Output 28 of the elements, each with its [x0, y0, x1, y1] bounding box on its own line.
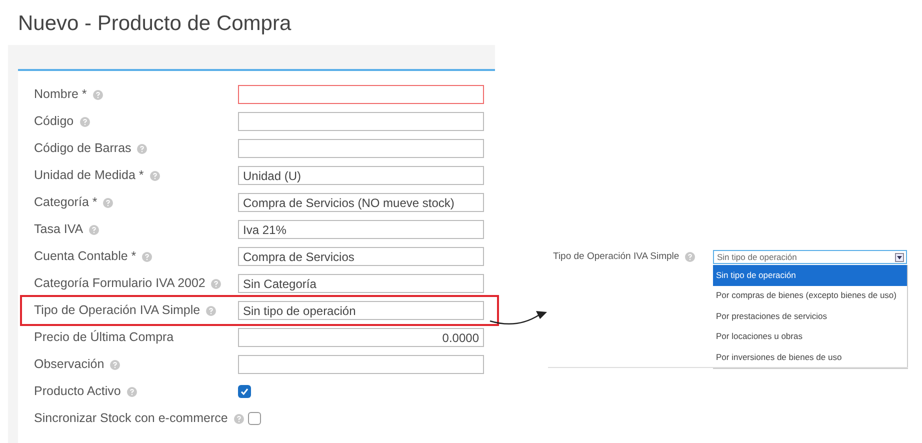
field-label: Observación: [34, 356, 104, 374]
field-label: Código de Barras: [34, 140, 132, 158]
select-field[interactable]: Sin tipo de operación: [713, 250, 907, 264]
input-field[interactable]: 0.0000: [238, 328, 484, 347]
dropdown-option[interactable]: Por prestaciones de servicios: [713, 306, 907, 326]
field-label: Tasa IVA: [34, 221, 84, 238]
field-label: Categoría *: [34, 194, 98, 212]
dropdown-option[interactable]: Por compras de bienes (excepto bienes de uso): [713, 286, 907, 306]
input-field[interactable]: Sin Categoría: [238, 274, 484, 293]
field-label: Tipo de Operación IVA Simple: [553, 250, 680, 264]
input-field[interactable]: Unidad (U): [238, 166, 484, 185]
page-title: Nuevo - Producto de Compra: [18, 11, 292, 37]
field-label: Código: [34, 113, 74, 130]
input-field[interactable]: Sin tipo de operación: [238, 301, 484, 320]
field-label: Precio de Última Compra: [34, 329, 174, 346]
field-label: Tipo de Operación IVA Simple: [34, 302, 200, 320]
dropdown-option[interactable]: Sin tipo de operación: [713, 265, 907, 286]
field-label: Unidad de Medida *: [34, 167, 144, 184]
field-label: Nombre *: [34, 86, 87, 104]
dropdown-option[interactable]: Por inversiones de bienes de uso: [713, 347, 907, 368]
input-field[interactable]: Iva 21%: [238, 220, 484, 239]
field-label: Producto Activo: [34, 383, 121, 400]
input-field[interactable]: Compra de Servicios: [238, 247, 484, 266]
input-field[interactable]: Compra de Servicios (NO mueve stock): [238, 193, 484, 212]
field-label: Cuenta Contable *: [34, 248, 136, 266]
field-label: Sincronizar Stock con e-commerce: [34, 410, 228, 428]
field-label: Categoría Formulario IVA 2002: [34, 275, 206, 292]
dropdown-option[interactable]: Por locaciones u obras: [713, 326, 907, 347]
